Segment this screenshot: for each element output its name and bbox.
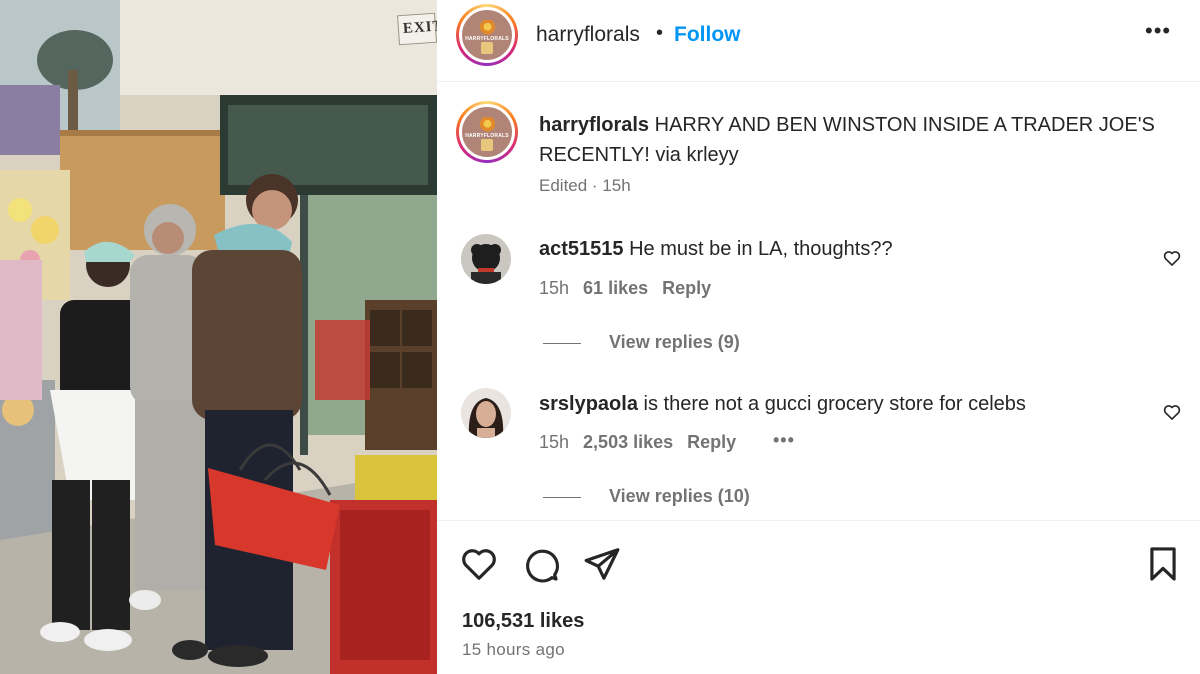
profile-picture: HARRYFLORALS: [459, 7, 515, 63]
header-avatar[interactable]: HARRYFLORALS: [456, 4, 518, 66]
follow-button[interactable]: Follow: [674, 23, 741, 47]
comment-text: srslypaola is there not a gucci grocery …: [539, 393, 1026, 416]
caption-avatar[interactable]: HARRYFLORALS: [456, 101, 518, 163]
comment-likes[interactable]: 61 likes: [583, 278, 648, 298]
save-icon[interactable]: [1144, 545, 1182, 583]
commenter-avatar[interactable]: [461, 388, 511, 438]
comment-username[interactable]: act51515: [539, 238, 624, 260]
comment-time: 15h: [539, 278, 570, 298]
comment-meta: 15h 61 likes Reply: [539, 278, 725, 299]
action-bar: 106,531 likes 15 hours ago: [437, 520, 1200, 674]
profile-picture: HARRYFLORALS: [459, 104, 515, 160]
comment-text: act51515 He must be in LA, thoughts??: [539, 238, 893, 261]
caption-meta: Edited · 15h: [539, 176, 631, 195]
caption-username[interactable]: harryflorals: [539, 114, 649, 136]
comment-time: 15h: [539, 432, 570, 452]
flower-icon: [479, 117, 495, 134]
caption-text: harryflorals HARRY AND BEN WINSTON INSID…: [539, 110, 1179, 170]
post-photo-illustration: [0, 0, 437, 674]
like-icon[interactable]: [460, 545, 498, 583]
comment-likes[interactable]: 2,503 likes: [583, 432, 673, 452]
view-replies-label: View replies (10): [609, 486, 750, 506]
post-sidebar: HARRYFLORALS harryflorals • Follow ••• H…: [437, 0, 1200, 674]
flower-icon: [479, 20, 495, 37]
like-comment-icon[interactable]: [1162, 402, 1182, 422]
header-username[interactable]: harryflorals: [536, 23, 640, 47]
more-options-icon[interactable]: •••: [1145, 18, 1171, 44]
post-photo[interactable]: EXIT: [0, 0, 437, 674]
replies-divider-line: [543, 496, 581, 498]
reply-button[interactable]: Reply: [687, 432, 736, 452]
dog-avatar-icon: [461, 234, 511, 284]
comment-body: is there not a gucci grocery store for c…: [643, 393, 1026, 415]
flower-pot-icon: [481, 42, 493, 54]
view-replies-button[interactable]: View replies (9): [543, 332, 740, 353]
reply-button[interactable]: Reply: [662, 278, 711, 298]
share-icon[interactable]: [583, 545, 621, 583]
comment-username[interactable]: srslypaola: [539, 393, 638, 415]
likes-count[interactable]: 106,531 likes: [462, 610, 584, 633]
comment-more-options-icon[interactable]: •••: [773, 430, 795, 451]
comment-meta: 15h 2,503 likes Reply: [539, 432, 750, 453]
flower-pot-icon: [481, 139, 493, 151]
post-timestamp: 15 hours ago: [462, 640, 565, 659]
comment-icon[interactable]: [522, 545, 560, 583]
comment-body: He must be in LA, thoughts??: [629, 238, 893, 260]
like-comment-icon[interactable]: [1162, 248, 1182, 268]
user-avatar-icon: [461, 388, 511, 438]
view-replies-button[interactable]: View replies (10): [543, 486, 750, 507]
post-header: HARRYFLORALS harryflorals • Follow •••: [437, 0, 1200, 82]
separator-dot: •: [656, 22, 664, 44]
replies-divider-line: [543, 342, 581, 344]
exit-sign: EXIT: [396, 12, 437, 46]
view-replies-label: View replies (9): [609, 332, 740, 352]
commenter-avatar[interactable]: [461, 234, 511, 284]
